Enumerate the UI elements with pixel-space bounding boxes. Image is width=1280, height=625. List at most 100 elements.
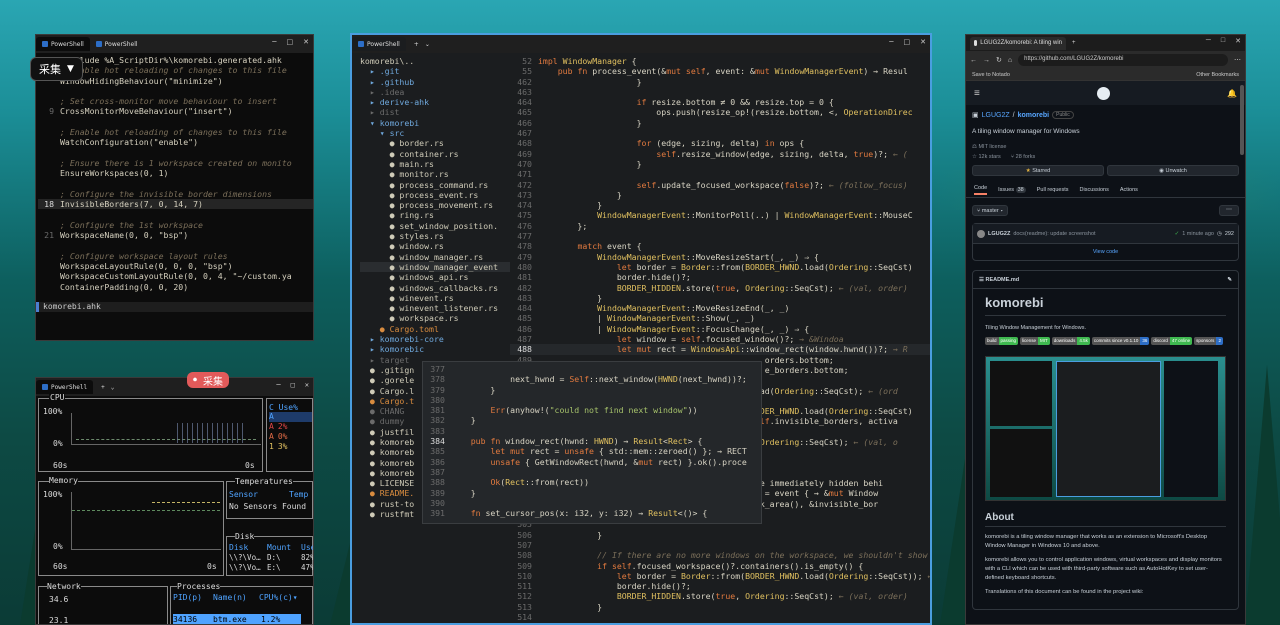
forward-icon[interactable]: → [983,57,990,64]
menu-icon[interactable]: ≡ [974,88,980,99]
code-area[interactable]: 52 impl WindowManager {55 pub fn process_… [510,56,930,622]
capture-pill-mid[interactable]: ⏺ 采集 [187,372,229,388]
readme-badge[interactable]: discord 47 online [1151,337,1193,345]
proc-header-cpu[interactable]: CPU%(c)▾ [259,593,298,602]
file-tree-item[interactable]: ▸ .idea [360,87,510,97]
new-tab-icon[interactable]: + [101,384,105,391]
maximize-icon[interactable]: □ [287,38,294,46]
file-tree-item[interactable]: ● windows_callbacks.rs [360,283,510,293]
file-tree-item[interactable]: ▸ .git [360,66,510,76]
scrollbar[interactable] [1240,85,1244,155]
file-tree-item[interactable]: ● process_movement.rs [360,200,510,210]
file-tree-item[interactable]: ● set_window_position. [360,221,510,231]
file-tree-item[interactable]: ● winevent_listener.rs [360,303,510,313]
maximize-icon[interactable]: □ [291,381,295,389]
nav-actions[interactable]: Actions [1120,187,1138,193]
file-tree[interactable]: komorebi\.. ▸ .git ▸ .github ▸ .idea ▸ d… [360,56,510,622]
disk-row[interactable]: \\?\Vo… E:\ 47% [229,563,313,573]
address-bar[interactable]: https://github.com/LGUG2Z/komorebi [1018,54,1228,66]
nav-pull-requests[interactable]: Pull requests [1037,187,1069,193]
minimize-icon[interactable]: ─ [1206,37,1211,45]
file-tree-item[interactable]: ● border.rs [360,138,510,148]
file-tree-item[interactable]: ● process_command.rs [360,180,510,190]
file-tree-item[interactable]: ▸ derive-ahk [360,97,510,107]
close-icon[interactable]: ✕ [920,38,926,46]
readme-badge[interactable]: downloads 4.5k [1051,337,1090,345]
proc-header-pid[interactable]: PID(p) [173,593,202,602]
file-tree-item[interactable]: ● Cargo.toml [360,324,510,334]
back-icon[interactable]: ← [970,57,977,64]
tab-powershell-btm[interactable]: PowerShell [36,380,94,394]
file-tree-item[interactable]: ▸ komorebic [360,344,510,354]
extensions-icon[interactable]: ⋯ [1234,56,1241,64]
other-bookmarks[interactable]: Other Bookmarks [1196,72,1239,78]
repo-owner-link[interactable]: LGUG2Z [982,112,1010,119]
close-icon[interactable]: ✕ [303,38,309,46]
file-tree-item[interactable]: ▸ komorebi-core [360,334,510,344]
file-tree-item[interactable]: ● windows_api.rs [360,272,510,282]
new-tab-icon[interactable]: + [414,41,419,48]
nav-issues[interactable]: Issues 38 [998,186,1026,193]
commit-user[interactable]: LGUG2Z [988,231,1010,237]
file-tree-item[interactable]: ● ring.rs [360,210,510,220]
file-tree-item[interactable]: ● workspace.rs [360,313,510,323]
minimize-icon[interactable]: ─ [889,38,893,46]
file-tree-item[interactable]: ● main.rs [360,159,510,169]
commit-count[interactable]: 292 [1225,231,1234,237]
file-tree-item[interactable]: ● window_manager_event [360,261,510,273]
new-tab-icon[interactable]: + [1072,40,1076,46]
unwatch-button[interactable]: ◉ Unwatch [1107,165,1239,176]
readme-badge[interactable]: commits since v0.1.10 36 [1091,337,1150,345]
github-logo-icon[interactable] [1096,86,1110,100]
chevron-down-icon[interactable]: ⌄ [111,384,115,391]
minimize-icon[interactable]: ─ [276,381,280,389]
chevron-down-icon[interactable]: ⌄ [425,41,430,48]
forks-link[interactable]: ⑂ 28 forks [1011,154,1035,160]
file-tree-item[interactable]: ● styles.rs [360,231,510,241]
file-tree-item[interactable]: ● window_manager.rs [360,252,510,262]
tab-powershell-1[interactable]: PowerShell [36,37,90,51]
file-tree-item[interactable]: ● monitor.rs [360,169,510,179]
disk-row[interactable]: \\?\Vo… D:\ 82% [229,553,313,563]
capture-pill-top[interactable]: 采集 ▼ [30,57,83,81]
license-row[interactable]: ⚖ MIT license [972,144,1239,150]
file-tree-item[interactable]: ● container.rs [360,149,510,159]
more-button[interactable]: ⋯ [1219,205,1239,216]
view-code-link[interactable]: View code [973,243,1238,260]
file-tree-item[interactable]: ▾ komorebi [360,118,510,128]
nav-code[interactable]: Code [974,185,988,195]
branch-selector[interactable]: ⑂ master ▾ [972,205,1009,216]
file-tree-item[interactable]: ● process_event.rs [360,190,510,200]
reload-icon[interactable]: ↻ [996,56,1002,64]
bookmark-notado[interactable]: Save to Notado [972,72,1010,78]
edit-icon[interactable]: ✎ [1227,277,1232,283]
nav-discussions[interactable]: Discussions [1080,187,1109,193]
list-icon[interactable]: ☰ [979,277,984,283]
maximize-icon[interactable]: □ [1221,37,1225,45]
maximize-icon[interactable]: □ [904,38,911,46]
minimize-icon[interactable]: ─ [272,38,276,46]
ahk-editor-body[interactable]: #include %A_ScriptDir%\komorebi.generate… [36,53,313,292]
process-row[interactable]: 34136 btm.exe 1.2% [173,614,301,624]
browser-tab[interactable]: LGUG2Z/komorebi: A tiling win [970,36,1066,50]
readme-badge[interactable]: sponsors 2 [1194,337,1223,345]
close-icon[interactable]: ✕ [305,381,309,389]
home-icon[interactable]: ⌂ [1008,57,1012,64]
tab-powershell-2[interactable]: PowerShell [90,37,144,51]
close-icon[interactable]: ✕ [1235,37,1241,45]
file-tree-item[interactable]: ▸ .github [360,77,510,87]
file-tree-item[interactable]: komorebi\.. [360,56,510,66]
tab-powershell-editor[interactable]: PowerShell [352,37,406,51]
stars-link[interactable]: ☆ 12k stars [972,154,1001,160]
file-tree-item[interactable]: ▾ src [360,128,510,138]
proc-header-name[interactable]: Name(n) [213,593,247,602]
repo-name-link[interactable]: komorebi [1018,112,1050,119]
file-tree-item[interactable]: ● window.rs [360,241,510,251]
file-tree-item[interactable]: ▸ dist [360,107,510,117]
readme-badge[interactable]: build passing [985,337,1019,345]
starred-button[interactable]: ★ Starred [972,165,1104,176]
commit-message[interactable]: docs(readme): update screenshot [1013,231,1095,237]
file-tree-item[interactable]: ● winevent.rs [360,293,510,303]
readme-badge[interactable]: license MIT [1020,337,1050,345]
peek-definition-popup[interactable]: 377 378 next_hwnd = Self::next_window(HWN… [422,361,762,524]
